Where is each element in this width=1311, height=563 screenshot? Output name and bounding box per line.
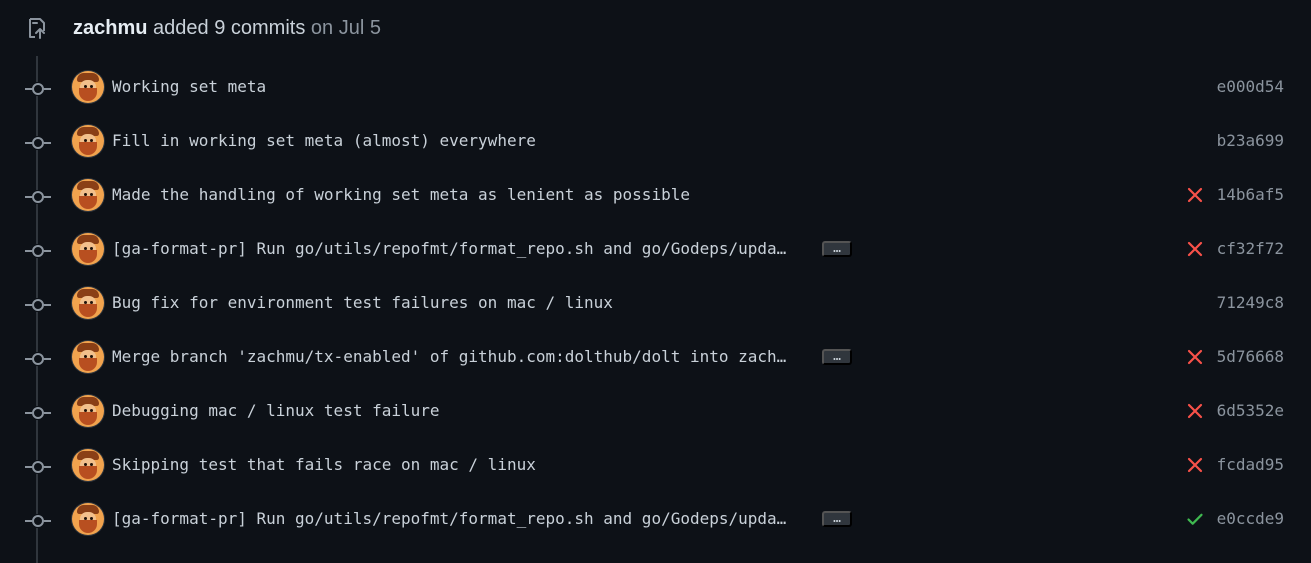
success-check-icon[interactable] <box>1186 510 1204 528</box>
avatar-eye <box>90 247 93 250</box>
author-avatar[interactable] <box>72 287 104 319</box>
commit-message-link[interactable]: [ga-format-pr] Run go/utils/repofmt/form… <box>112 238 812 260</box>
expand-commit-message-button[interactable]: … <box>822 241 852 257</box>
commit-message-link[interactable]: Merge branch 'zachmu/tx-enabled' of gith… <box>112 346 812 368</box>
avatar-beard <box>79 412 97 425</box>
commit-row: Merge branch 'zachmu/tx-enabled' of gith… <box>0 332 1311 386</box>
commit-dot-icon <box>25 406 51 420</box>
author-avatar[interactable] <box>72 449 104 481</box>
avatar-eye <box>90 301 93 304</box>
commit-event-summary: zachmu added 9 commits on Jul 5 <box>73 15 381 41</box>
avatar-eye <box>84 139 87 142</box>
commit-sha-link[interactable]: 71249c8 <box>1204 292 1284 314</box>
avatar-eye <box>90 139 93 142</box>
avatar-eye <box>84 301 87 304</box>
commit-sha-link[interactable]: cf32f72 <box>1204 238 1284 260</box>
commit-sha-link[interactable]: 14b6af5 <box>1204 184 1284 206</box>
commit-dot-icon <box>25 514 51 528</box>
commit-message-link[interactable]: Made the handling of working set meta as… <box>112 184 812 206</box>
commit-dot-icon <box>25 82 51 96</box>
author-avatar[interactable] <box>72 395 104 427</box>
commit-sha-link[interactable]: fcdad95 <box>1204 454 1284 476</box>
commit-row: Skipping test that fails race on mac / l… <box>0 440 1311 494</box>
commit-row: Working set meta e000d54 <box>0 62 1311 116</box>
avatar-beard <box>79 466 97 479</box>
commit-dot-icon <box>25 460 51 474</box>
author-avatar[interactable] <box>72 125 104 157</box>
avatar-beard <box>79 250 97 263</box>
author-avatar[interactable] <box>72 71 104 103</box>
commit-row: Fill in working set meta (almost) everyw… <box>0 116 1311 170</box>
expand-commit-message-button[interactable]: … <box>822 511 852 527</box>
avatar-beard <box>79 520 97 533</box>
avatar-eye <box>84 355 87 358</box>
failure-x-icon[interactable] <box>1186 402 1204 420</box>
avatar-eye <box>84 193 87 196</box>
commit-dot-icon <box>25 190 51 204</box>
commit-sha-link[interactable]: b23a699 <box>1204 130 1284 152</box>
commit-row: Debugging mac / linux test failure 6d535… <box>0 386 1311 440</box>
commit-dot-icon <box>25 298 51 312</box>
avatar-beard <box>79 88 97 101</box>
avatar-eye <box>84 409 87 412</box>
commit-sha-link[interactable]: 6d5352e <box>1204 400 1284 422</box>
author-link[interactable]: zachmu <box>73 17 147 39</box>
avatar-eye <box>90 409 93 412</box>
repo-push-icon <box>24 16 50 42</box>
commit-dot-icon <box>25 136 51 150</box>
commit-message-link[interactable]: Debugging mac / linux test failure <box>112 400 812 422</box>
commit-sha-link[interactable]: e0ccde9 <box>1204 508 1284 530</box>
commit-message-link[interactable]: [ga-format-pr] Run go/utils/repofmt/form… <box>112 508 812 530</box>
avatar-eye <box>84 247 87 250</box>
failure-x-icon[interactable] <box>1186 456 1204 474</box>
avatar-eye <box>90 517 93 520</box>
avatar-beard <box>79 358 97 371</box>
commit-message-link[interactable]: Bug fix for environment test failures on… <box>112 292 812 314</box>
author-avatar[interactable] <box>72 233 104 265</box>
commit-row: [ga-format-pr] Run go/utils/repofmt/form… <box>0 494 1311 548</box>
commit-dot-icon <box>25 352 51 366</box>
commit-message-link[interactable]: Working set meta <box>112 76 812 98</box>
author-avatar[interactable] <box>72 503 104 535</box>
event-date: on Jul 5 <box>310 17 381 39</box>
commit-event-header: zachmu added 9 commits on Jul 5 <box>0 0 1311 56</box>
failure-x-icon[interactable] <box>1186 240 1204 258</box>
avatar-eye <box>90 193 93 196</box>
commit-sha-link[interactable]: 5d76668 <box>1204 346 1284 368</box>
avatar-eye <box>84 85 87 88</box>
commit-message-link[interactable]: Fill in working set meta (almost) everyw… <box>112 130 812 152</box>
expand-commit-message-button[interactable]: … <box>822 349 852 365</box>
author-avatar[interactable] <box>72 179 104 211</box>
commit-list: Working set meta e000d54 Fill in working… <box>0 62 1311 548</box>
commit-message-link[interactable]: Skipping test that fails race on mac / l… <box>112 454 812 476</box>
avatar-beard <box>79 142 97 155</box>
commit-row: Bug fix for environment test failures on… <box>0 278 1311 332</box>
author-avatar[interactable] <box>72 341 104 373</box>
avatar-beard <box>79 196 97 209</box>
avatar-eye <box>84 517 87 520</box>
avatar-beard <box>79 304 97 317</box>
commit-sha-link[interactable]: e000d54 <box>1204 76 1284 98</box>
commit-count-text: added 9 commits <box>153 17 306 39</box>
avatar-eye <box>90 355 93 358</box>
failure-x-icon[interactable] <box>1186 348 1204 366</box>
failure-x-icon[interactable] <box>1186 186 1204 204</box>
avatar-eye <box>90 85 93 88</box>
avatar-eye <box>90 463 93 466</box>
commit-dot-icon <box>25 244 51 258</box>
commit-row: Made the handling of working set meta as… <box>0 170 1311 224</box>
commit-row: [ga-format-pr] Run go/utils/repofmt/form… <box>0 224 1311 278</box>
avatar-eye <box>84 463 87 466</box>
